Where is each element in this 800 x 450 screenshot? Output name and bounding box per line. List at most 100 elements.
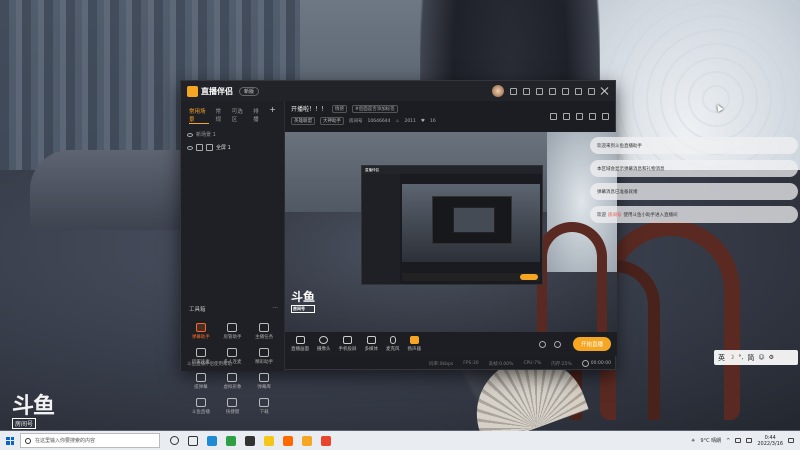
visibility-icon[interactable] (187, 132, 193, 137)
visibility-icon[interactable] (187, 145, 193, 150)
lock-icon[interactable] (196, 144, 203, 151)
close-icon[interactable] (601, 87, 609, 95)
stream-title[interactable]: 开播啦！！！ (291, 104, 327, 113)
tab-normal[interactable]: 常规 (215, 107, 225, 124)
toolbox-more-icon[interactable]: ⋯ (273, 305, 279, 313)
add-scene-button[interactable]: + (269, 106, 276, 124)
clock[interactable]: 0:44 2022/3/16 (757, 435, 783, 447)
scene-item[interactable]: 全屏 1 (181, 141, 284, 154)
camera-icon (319, 336, 329, 344)
start-stream-button[interactable]: 开始直播 (572, 337, 611, 351)
rank-tag[interactable]: 大神助手 (320, 117, 344, 125)
control-label: 扬声器 (407, 347, 422, 352)
moon-icon[interactable]: ☽ (729, 354, 734, 361)
camera-button[interactable]: 摄像头 (317, 336, 331, 352)
tool-shortcut[interactable]: 快捷键 (217, 398, 249, 415)
emoji-icon[interactable]: ☺ (758, 354, 764, 361)
stream-preview[interactable]: 直播伴侣 斗鱼 房间号 (285, 132, 617, 332)
list-icon[interactable] (576, 113, 583, 120)
settings-icon[interactable] (536, 87, 543, 95)
tab-common[interactable]: 常用场景 (189, 107, 210, 124)
ime-language[interactable]: 英 (718, 353, 725, 363)
library-icon (259, 373, 270, 382)
speaker-button[interactable]: 扬声器 (407, 336, 422, 352)
clock-date: 2022/3/16 (757, 440, 783, 447)
scene-item[interactable]: 新场景 1 (181, 128, 284, 141)
chat-message: 欢迎 房间号 使用斗鱼小助手进入直播间 (590, 206, 798, 223)
tool-danmu[interactable]: 弹幕助手 (185, 323, 217, 340)
tool-label: 弹幕库 (257, 385, 271, 390)
skin-icon[interactable] (549, 87, 556, 95)
cpu-status: CPU:7% (523, 361, 542, 366)
douyu-app-icon[interactable] (283, 435, 293, 446)
user-avatar[interactable] (492, 85, 504, 97)
link-icon (195, 348, 206, 357)
stream-tag[interactable]: 情感 (332, 104, 348, 113)
chrome-icon[interactable] (226, 435, 236, 446)
game-icon[interactable] (245, 435, 255, 446)
menu-icon[interactable] (562, 87, 569, 95)
admin-icon (227, 323, 238, 332)
punctuation-icon[interactable]: °, (738, 354, 743, 361)
volume-icon[interactable] (746, 438, 753, 443)
preview-logo-text: 斗鱼 (291, 290, 316, 304)
scene-tabs: 常用场景 常规 可选区 排播 + (181, 101, 284, 128)
tool-danmu-lib[interactable]: 弹幕库 (248, 373, 280, 390)
taskbar-search[interactable]: 在这里输入你要搜索的内容 (20, 433, 160, 448)
nested-capture: 直播伴侣 (361, 165, 543, 285)
stream-tag[interactable]: #后面是否添加标签 (352, 104, 398, 113)
room-label: 房间号 (349, 119, 363, 124)
weather-icon[interactable]: ☀ (691, 438, 695, 444)
gift-icon[interactable] (550, 113, 557, 120)
record-icon[interactable] (523, 87, 530, 95)
maximize-icon[interactable] (588, 87, 595, 95)
tool-task[interactable]: 主播任务 (248, 323, 280, 340)
bell-icon[interactable] (589, 113, 596, 120)
live-companion-icon[interactable] (302, 435, 312, 446)
tray-chevron-icon[interactable]: ^ (726, 438, 730, 444)
system-tray: ☀ 9°C 晴朗 ^ 0:44 2022/3/16 (691, 435, 800, 447)
windows-icon (6, 436, 14, 445)
dropped-frames-status: 丢帧:0.00% (488, 361, 514, 367)
tool-label: 下载 (259, 410, 269, 415)
app-titlebar[interactable]: 直播伴侣 新版 (181, 81, 615, 101)
danmu-box-icon (195, 373, 206, 382)
tool-pull-danmu[interactable]: 提弹幕 (185, 373, 217, 390)
stream-info: 开播啦！！！ 情感 #后面是否添加标签 英雄联盟 大神助手 房间号 106466… (285, 101, 617, 127)
message-icon[interactable] (510, 87, 517, 95)
help-link[interactable]: 斗鱼直播伴侣使用帮助 (187, 361, 278, 367)
phone-cast-button[interactable]: 手机投屏 (339, 336, 357, 352)
screen-capture-button[interactable]: 直播画面 (291, 336, 309, 352)
tab-optional[interactable]: 可选区 (232, 107, 247, 124)
media-button[interactable]: 多媒体 (365, 336, 378, 352)
ime-script[interactable]: 简 (747, 353, 754, 363)
scene-label: 新场景 1 (196, 132, 216, 138)
tool-download[interactable]: 下载 (248, 398, 280, 415)
category-tag[interactable]: 英雄联盟 (291, 117, 315, 125)
version-badge[interactable]: 新版 (239, 86, 260, 96)
eye-icon[interactable] (538, 340, 546, 348)
start-button[interactable] (0, 436, 20, 445)
share-icon[interactable] (602, 113, 609, 120)
gear-icon[interactable] (553, 340, 561, 348)
tool-label: 斗鱼直播 (191, 410, 210, 415)
recorder-icon[interactable] (321, 435, 331, 446)
minimize-icon[interactable] (575, 87, 582, 95)
tab-schedule[interactable]: 排播 (253, 107, 263, 124)
tool-avatar[interactable]: 虚拟形象 (217, 373, 249, 390)
edge-icon[interactable] (207, 435, 217, 446)
notification-icon[interactable] (788, 438, 794, 443)
cortana-icon[interactable] (170, 436, 179, 445)
tool-douyu[interactable]: 斗鱼直播 (185, 398, 217, 415)
folder-icon[interactable] (264, 435, 274, 446)
network-icon[interactable] (735, 438, 742, 443)
shop-icon[interactable] (563, 113, 570, 120)
microphone-button[interactable]: 麦克风 (386, 336, 400, 352)
control-label: 手机投屏 (338, 347, 357, 352)
tool-label: 提弹幕 (194, 385, 208, 390)
task-view-icon[interactable] (188, 435, 198, 446)
tool-admin[interactable]: 房管助手 (217, 323, 249, 340)
gear-icon[interactable]: ⚙ (769, 354, 774, 361)
download-icon (227, 348, 238, 357)
weather-text[interactable]: 9°C 晴朗 (700, 437, 721, 444)
